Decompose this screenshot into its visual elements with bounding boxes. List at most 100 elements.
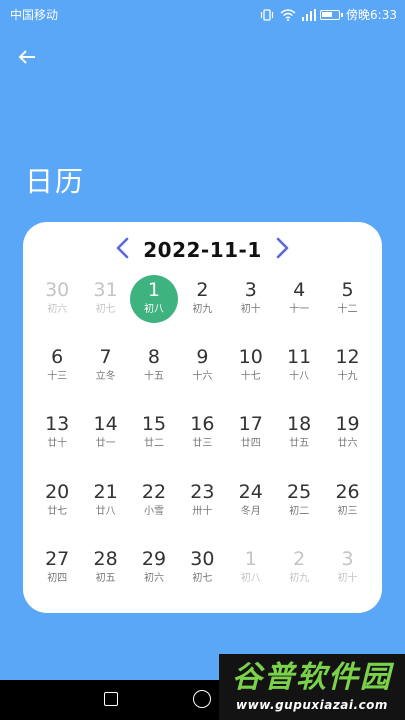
day-cell[interactable]: 9 十六 bbox=[178, 339, 226, 406]
arrow-left-icon bbox=[18, 49, 36, 69]
lunar-date: 十六 bbox=[192, 371, 213, 383]
day-number: 24 bbox=[238, 480, 263, 503]
day-number: 3 bbox=[244, 279, 257, 301]
lunar-date: 立冬 bbox=[95, 371, 116, 383]
day-number: 9 bbox=[196, 346, 209, 369]
lunar-date: 初四 bbox=[47, 572, 68, 584]
day-cell[interactable]: 11 十八 bbox=[275, 339, 323, 406]
day-cell[interactable]: 5 十二 bbox=[323, 272, 371, 339]
day-number: 12 bbox=[335, 346, 360, 369]
chevron-right-icon bbox=[276, 237, 290, 263]
lunar-date: 初五 bbox=[95, 572, 116, 584]
day-cell[interactable]: 7 立冬 bbox=[81, 339, 129, 406]
day-number: 2 bbox=[196, 279, 209, 301]
watermark-brand: 谷普软件园 bbox=[232, 660, 392, 695]
day-number: 26 bbox=[335, 480, 360, 503]
lunar-date: 十三 bbox=[47, 371, 68, 383]
day-number: 17 bbox=[238, 413, 263, 436]
day-cell[interactable]: 23 卅十 bbox=[178, 474, 226, 541]
calendar-card: 2022-11-1 30 初六 31 初七 1 初八 2 初九 3 初十 4 十一 5 十二 6 十三 7 立冬 8… bbox=[23, 222, 382, 613]
day-cell[interactable]: 24 冬月 bbox=[227, 474, 275, 541]
day-cell[interactable]: 18 廿五 bbox=[275, 406, 323, 473]
lunar-date: 冬月 bbox=[240, 505, 261, 517]
day-cell[interactable]: 3 初十 bbox=[323, 541, 371, 608]
watermark-url: www.gupuxiazai.com bbox=[236, 698, 388, 712]
carrier-label: 中国移动 bbox=[10, 8, 59, 22]
day-cell[interactable]: 30 初七 bbox=[178, 541, 226, 608]
day-cell[interactable]: 15 廿二 bbox=[130, 406, 178, 473]
lunar-date: 初八 bbox=[143, 304, 164, 315]
lunar-date: 初七 bbox=[95, 304, 116, 315]
day-number: 13 bbox=[45, 413, 70, 436]
lunar-date: 卅十 bbox=[192, 505, 213, 517]
lunar-date: 初二 bbox=[289, 505, 310, 517]
lunar-date: 廿六 bbox=[337, 438, 358, 450]
day-cell[interactable]: 3 初十 bbox=[227, 272, 275, 339]
lunar-date: 廿七 bbox=[47, 505, 68, 517]
day-cell[interactable]: 27 初四 bbox=[33, 541, 81, 608]
day-number: 16 bbox=[190, 413, 215, 436]
day-cell[interactable]: 1 初八 bbox=[227, 541, 275, 608]
day-number: 18 bbox=[287, 413, 312, 436]
day-cell[interactable]: 6 十三 bbox=[33, 339, 81, 406]
day-number: 4 bbox=[293, 279, 306, 301]
chevron-left-icon bbox=[115, 237, 129, 263]
day-cell[interactable]: 12 十九 bbox=[323, 339, 371, 406]
day-cell[interactable]: 29 初六 bbox=[130, 541, 178, 608]
day-number: 28 bbox=[93, 547, 118, 570]
back-button[interactable] bbox=[14, 46, 40, 72]
day-cell[interactable]: 30 初六 bbox=[33, 272, 81, 339]
lunar-date: 初六 bbox=[143, 572, 164, 584]
day-cell[interactable]: 14 廿一 bbox=[81, 406, 129, 473]
day-cell[interactable]: 22 小雪 bbox=[130, 474, 178, 541]
day-grid: 30 初六 31 初七 1 初八 2 初九 3 初十 4 十一 5 十二 6 十三 7 立冬 8 十五 9 十六 10 十七 1… bbox=[33, 272, 372, 608]
lunar-date: 十五 bbox=[143, 371, 164, 383]
day-cell[interactable]: 31 初七 bbox=[81, 272, 129, 339]
day-cell[interactable]: 2 初九 bbox=[178, 272, 226, 339]
day-number: 1 bbox=[147, 279, 161, 301]
lunar-date: 初九 bbox=[289, 572, 310, 584]
day-cell[interactable]: 28 初五 bbox=[81, 541, 129, 608]
lunar-date: 廿八 bbox=[95, 505, 116, 517]
lunar-date: 十九 bbox=[337, 371, 358, 383]
lunar-date: 十一 bbox=[289, 304, 310, 315]
page-title: 日历 bbox=[25, 165, 86, 198]
prev-month-button[interactable] bbox=[111, 236, 133, 264]
watermark-logo: 谷普软件园 www.gupuxiazai.com bbox=[219, 654, 405, 720]
day-number: 3 bbox=[341, 547, 354, 570]
day-cell[interactable]: 25 初二 bbox=[275, 474, 323, 541]
next-month-button[interactable] bbox=[272, 236, 294, 264]
day-cell[interactable]: 19 廿六 bbox=[323, 406, 371, 473]
day-cell[interactable]: 16 廿三 bbox=[178, 406, 226, 473]
lunar-date: 初七 bbox=[192, 572, 213, 584]
lunar-date: 廿三 bbox=[192, 438, 213, 450]
day-cell[interactable]: 2 初九 bbox=[275, 541, 323, 608]
lunar-date: 廿四 bbox=[240, 438, 261, 450]
day-number: 6 bbox=[51, 346, 64, 369]
day-cell[interactable]: 8 十五 bbox=[130, 339, 178, 406]
vibrate-icon bbox=[260, 8, 274, 21]
day-cell-selected[interactable]: 1 初八 bbox=[129, 272, 179, 339]
clock-label: 傍晚6:33 bbox=[346, 8, 397, 22]
day-cell[interactable]: 17 廿四 bbox=[227, 406, 275, 473]
day-number: 1 bbox=[244, 547, 257, 570]
day-cell[interactable]: 4 十一 bbox=[275, 272, 323, 339]
battery-icon bbox=[320, 9, 344, 20]
day-number: 15 bbox=[141, 413, 167, 436]
day-number: 21 bbox=[93, 480, 118, 503]
wifi-icon bbox=[280, 8, 296, 21]
day-number: 22 bbox=[141, 480, 167, 503]
recent-apps-icon[interactable] bbox=[104, 692, 118, 706]
lunar-date: 十二 bbox=[337, 304, 358, 315]
day-cell[interactable]: 13 廿十 bbox=[33, 406, 81, 473]
lunar-date: 廿五 bbox=[289, 438, 310, 450]
lunar-date: 初三 bbox=[337, 505, 358, 517]
day-cell[interactable]: 10 十七 bbox=[227, 339, 275, 406]
home-icon[interactable] bbox=[193, 690, 211, 708]
day-number: 10 bbox=[238, 346, 263, 369]
day-cell[interactable]: 26 初三 bbox=[323, 474, 371, 541]
day-number: 27 bbox=[45, 547, 70, 570]
day-cell[interactable]: 21 廿八 bbox=[81, 474, 129, 541]
day-cell[interactable]: 20 廿七 bbox=[33, 474, 81, 541]
lunar-date: 廿二 bbox=[143, 438, 164, 450]
